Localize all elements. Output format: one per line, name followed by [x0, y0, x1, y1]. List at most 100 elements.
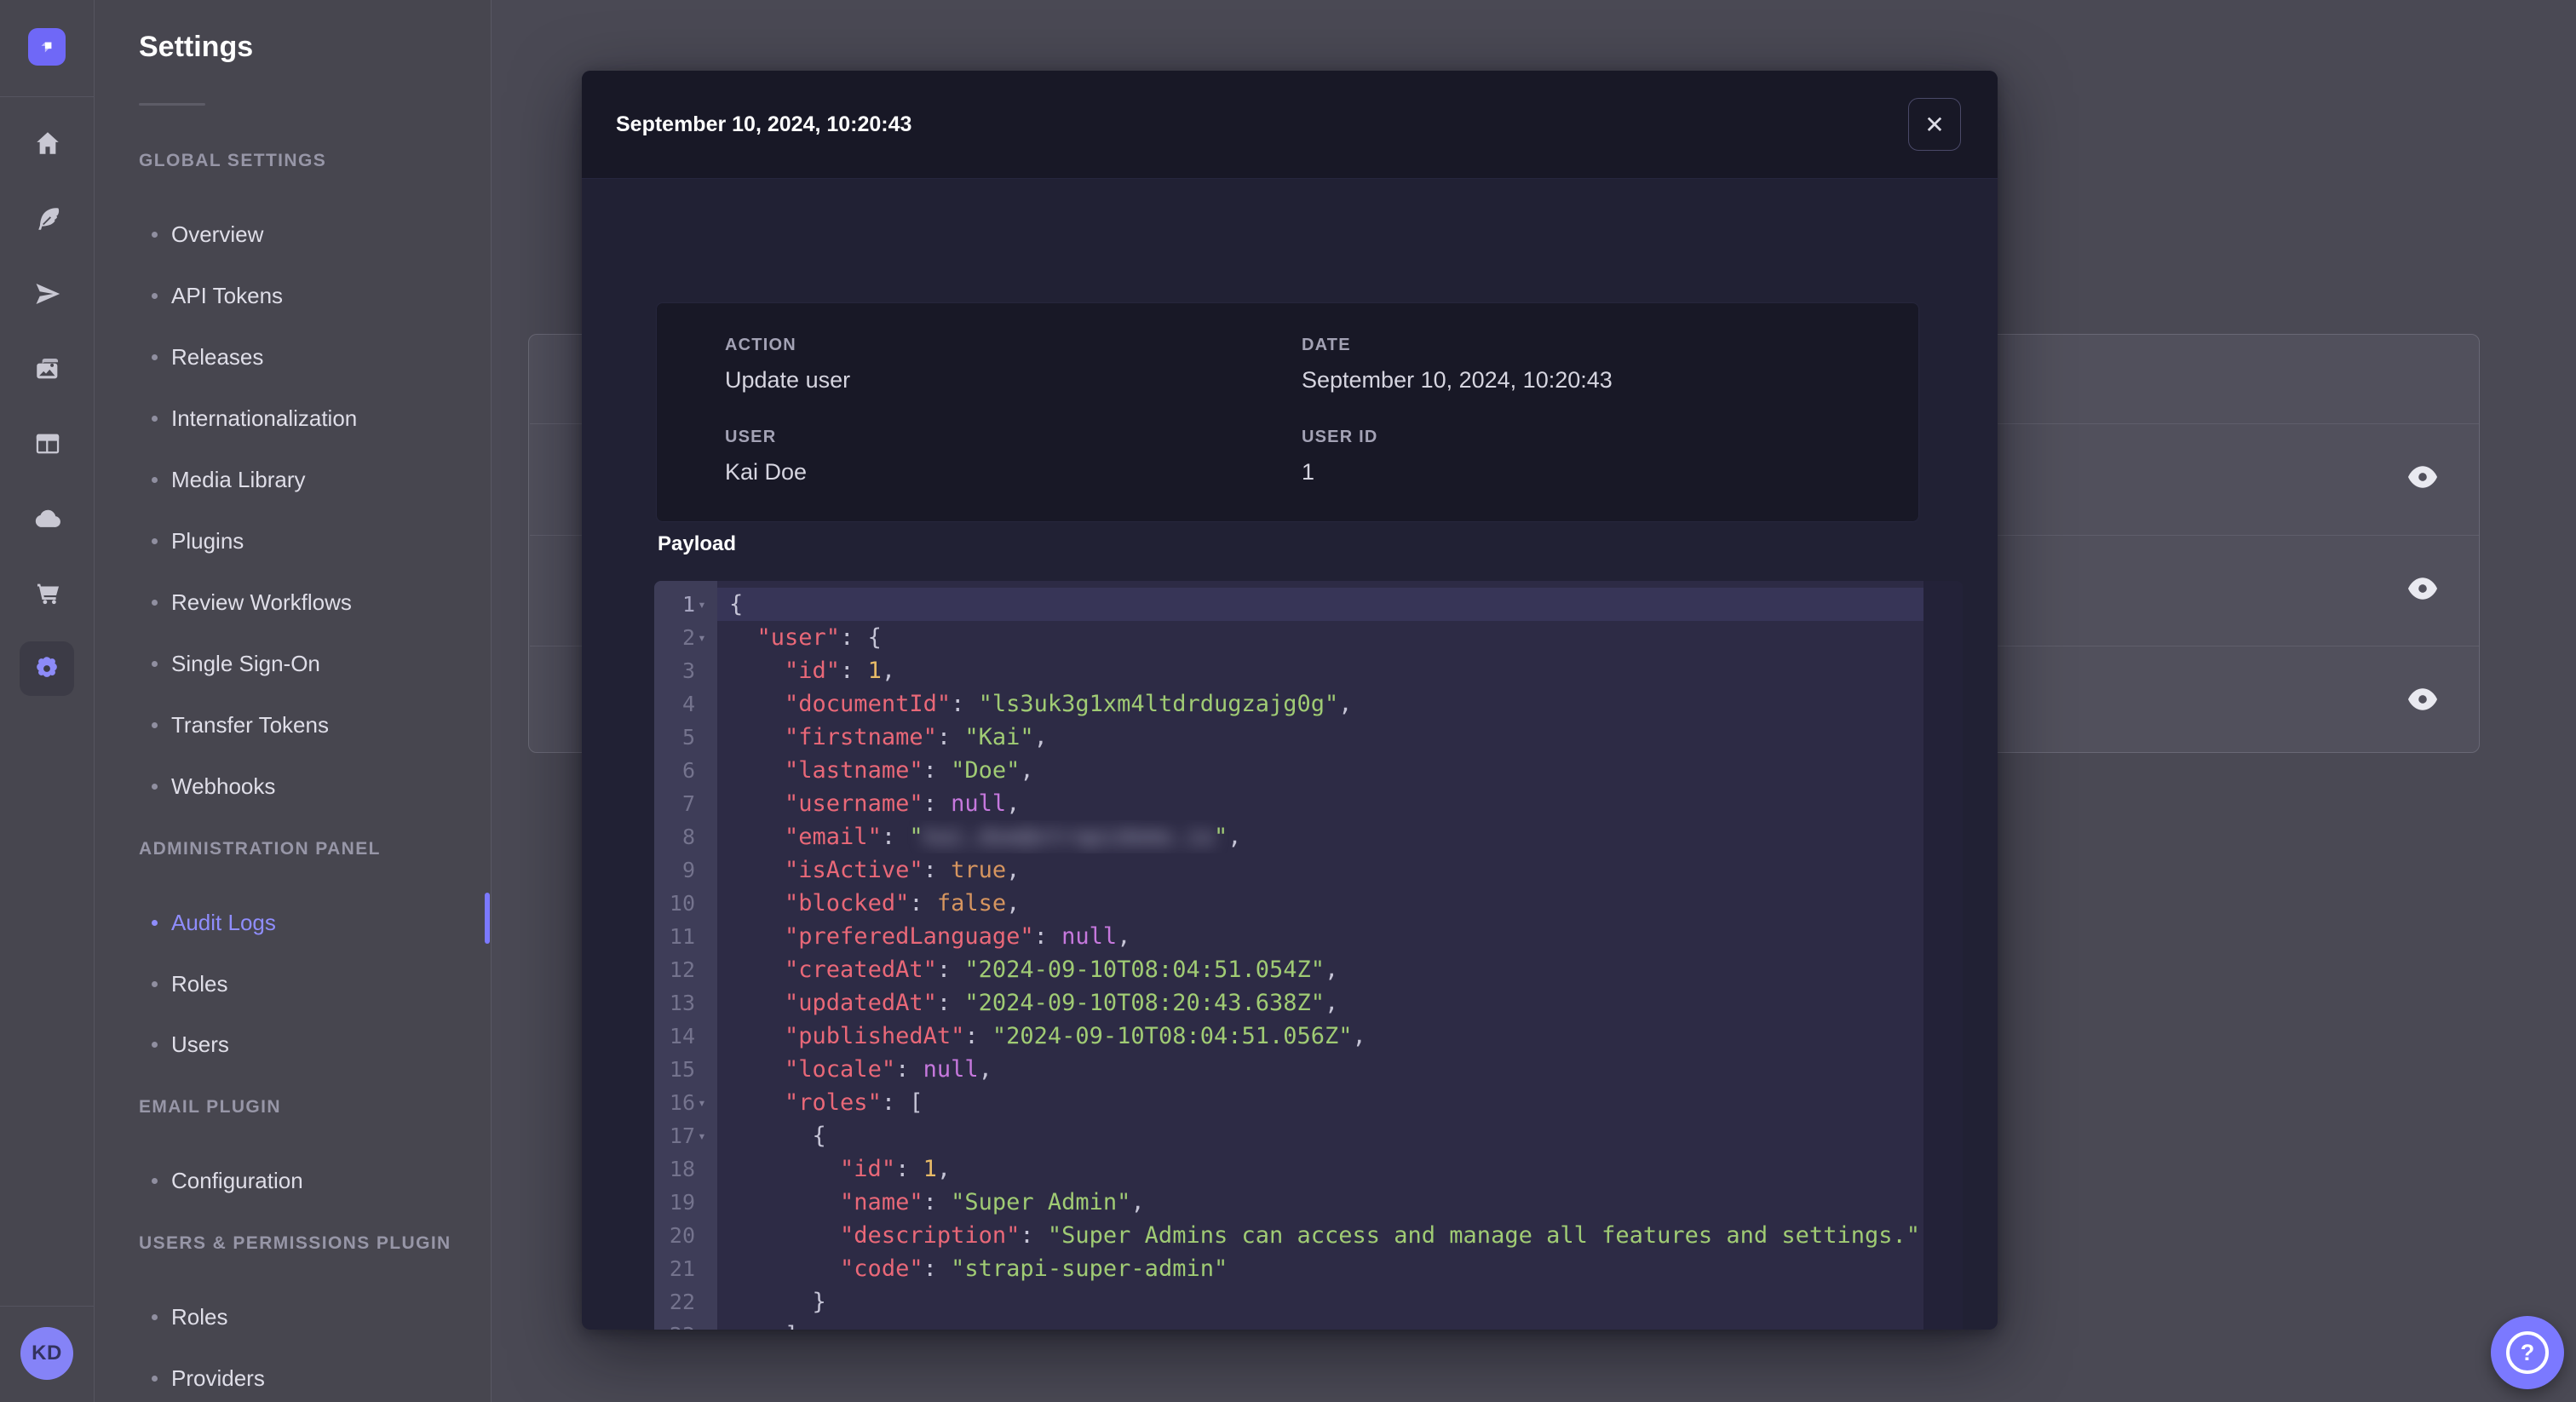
- close-button[interactable]: ✕: [1908, 98, 1961, 151]
- detail-user: USER Kai Doe: [725, 428, 808, 485]
- bullet: [152, 231, 158, 238]
- detail-user-id: USER ID 1: [1302, 428, 1378, 485]
- code-line: 19 "name": "Super Admin",: [654, 1186, 1963, 1219]
- sidebar-item-releases[interactable]: Releases: [95, 337, 486, 376]
- settings-sidebar: Settings GLOBAL SETTINGS Overview API To…: [95, 0, 492, 1402]
- sidebar-item-plugins[interactable]: Plugins: [95, 521, 486, 560]
- sidebar-item-up-roles[interactable]: Roles: [95, 1297, 486, 1336]
- fold-chevron-icon[interactable]: ▾: [695, 1086, 709, 1119]
- code-line: 8 "email": "kai.doe@strapidemo.io",: [654, 820, 1963, 853]
- nav-deploy[interactable]: [0, 491, 95, 546]
- sidebar-item-api-tokens[interactable]: API Tokens: [95, 276, 486, 315]
- strapi-admin-app: ? KD Settings GLOBAL SETTINGS Overview A…: [0, 0, 2576, 1402]
- code-line: 15 "locale": null,: [654, 1053, 1963, 1086]
- sidebar-item-single-sign-on[interactable]: Single Sign-On: [95, 644, 486, 683]
- media-icon: [36, 358, 58, 379]
- payload-json-editor[interactable]: 1 ▾{2 ▾ "user": {3 "id": 1, 4 "documentId":…: [654, 581, 1963, 1330]
- feather-icon: [37, 208, 59, 230]
- send-icon: [36, 283, 60, 305]
- code-line: 12 "createdAt": "2024-09-10T08:04:51.054…: [654, 953, 1963, 986]
- nav-settings-active[interactable]: [20, 641, 74, 696]
- code-line: 4 "documentId": "ls3uk3g1xm4ltdrdugzajg0…: [654, 687, 1963, 721]
- user-avatar[interactable]: KD: [20, 1327, 73, 1380]
- fold-chevron-icon[interactable]: ▾: [695, 1119, 709, 1152]
- fold-chevron-icon[interactable]: ▾: [695, 588, 709, 621]
- editor-right-margin: [1923, 581, 1963, 1330]
- eye-icon: [2408, 465, 2437, 492]
- active-item-indicator: [485, 893, 490, 944]
- detail-date: DATE September 10, 2024, 10:20:43: [1302, 336, 1613, 393]
- layout-icon: [36, 434, 59, 454]
- close-icon: ✕: [1924, 111, 1945, 138]
- sidebar-item-configuration[interactable]: Configuration: [95, 1161, 486, 1200]
- code-line: 10 "blocked": false,: [654, 887, 1963, 920]
- nav-home[interactable]: [0, 116, 95, 170]
- code-line: 22 }: [654, 1285, 1963, 1319]
- bullet: [152, 476, 158, 483]
- payload-code: 1 ▾{2 ▾ "user": {3 "id": 1, 4 "documentId":…: [654, 588, 1963, 1330]
- bullet: [152, 1375, 158, 1382]
- bullet: [152, 1041, 158, 1048]
- nav-content-manager[interactable]: [0, 192, 95, 246]
- strapi-logo[interactable]: [28, 28, 66, 66]
- code-line: 14 "publishedAt": "2024-09-10T08:04:51.0…: [654, 1020, 1963, 1053]
- view-log-button[interactable]: [2403, 575, 2442, 606]
- modal-title: September 10, 2024, 10:20:43: [616, 112, 912, 136]
- sidebar-item-media-library[interactable]: Media Library: [95, 460, 486, 499]
- bullet: [152, 660, 158, 667]
- sidebar-item-transfer-tokens[interactable]: Transfer Tokens: [95, 705, 486, 744]
- title-divider: [139, 103, 205, 106]
- log-details-modal: September 10, 2024, 10:20:43 ✕ Log Detai…: [582, 71, 1998, 1330]
- sidebar-item-overview[interactable]: Overview: [95, 215, 486, 254]
- code-line: 2 ▾ "user": {: [654, 621, 1963, 654]
- payload-label: Payload: [658, 532, 737, 555]
- sidebar-item-internationalization[interactable]: Internationalization: [95, 399, 486, 438]
- nav-marketplace[interactable]: [0, 566, 95, 621]
- code-line: 16 ▾ "roles": [: [654, 1086, 1963, 1119]
- code-line: 11 "preferedLanguage": null,: [654, 920, 1963, 953]
- sidebar-item-providers[interactable]: Providers: [95, 1359, 486, 1398]
- gear-icon: [37, 657, 57, 677]
- sidebar-item-users[interactable]: Users: [95, 1025, 486, 1064]
- modal-header: September 10, 2024, 10:20:43 ✕: [582, 71, 1998, 179]
- code-line: 18 "id": 1,: [654, 1152, 1963, 1186]
- rail-divider: [0, 96, 95, 97]
- cart-icon: [37, 583, 59, 605]
- code-line: 6 "lastname": "Doe",: [654, 754, 1963, 787]
- nav-content-type-builder[interactable]: [0, 417, 95, 471]
- section-label-administration-panel: ADMINISTRATION PANEL: [139, 839, 381, 859]
- log-details-panel: ACTION Update user DATE September 10, 20…: [656, 302, 1919, 522]
- detail-action: ACTION Update user: [725, 336, 851, 393]
- sidebar-item-audit-logs[interactable]: Audit Logs: [95, 903, 486, 942]
- code-line: 17 ▾ {: [654, 1119, 1963, 1152]
- code-line: 20 "description": "Super Admins can acce…: [654, 1219, 1963, 1252]
- code-line: 23 ]: [654, 1319, 1963, 1330]
- sidebar-item-admin-roles[interactable]: Roles: [95, 964, 486, 1003]
- sidebar-item-review-workflows[interactable]: Review Workflows: [95, 583, 486, 622]
- bullet: [152, 292, 158, 299]
- bullet: [152, 783, 158, 790]
- code-line: 13 "updatedAt": "2024-09-10T08:20:43.638…: [654, 986, 1963, 1020]
- bullet: [152, 537, 158, 544]
- bullet: [152, 1313, 158, 1320]
- bullet: [152, 599, 158, 606]
- code-line: 9 "isActive": true,: [654, 853, 1963, 887]
- code-line: 1 ▾{: [654, 588, 1963, 621]
- sidebar-title: Settings: [139, 31, 254, 63]
- section-label-users-permissions-plugin: USERS & PERMISSIONS PLUGIN: [139, 1233, 451, 1253]
- bullet: [152, 721, 158, 728]
- nav-releases[interactable]: [0, 267, 95, 321]
- bullet: [152, 415, 158, 422]
- section-label-email-plugin: EMAIL PLUGIN: [139, 1097, 281, 1117]
- help-button[interactable]: ?: [2491, 1316, 2564, 1389]
- section-label-global-settings: GLOBAL SETTINGS: [139, 151, 327, 170]
- code-line: 5 "firstname": "Kai",: [654, 721, 1963, 754]
- view-log-button[interactable]: [2403, 686, 2442, 716]
- bullet: [152, 919, 158, 926]
- nav-media-library[interactable]: [0, 342, 95, 396]
- view-log-button[interactable]: [2403, 463, 2442, 494]
- strapi-logo-icon: [41, 42, 52, 53]
- sidebar-item-webhooks[interactable]: Webhooks: [95, 767, 486, 806]
- fold-chevron-icon[interactable]: ▾: [695, 621, 709, 654]
- cloud-icon: [35, 509, 60, 527]
